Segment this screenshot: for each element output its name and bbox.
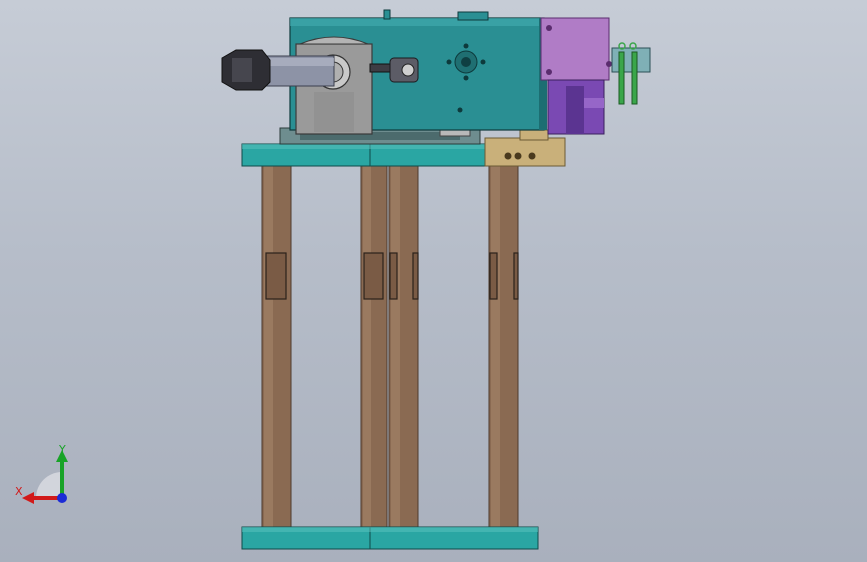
column-window	[265, 252, 287, 300]
column-window	[489, 252, 498, 300]
x-axis-arrow	[22, 492, 34, 504]
bottom-plate[interactable]	[241, 526, 539, 550]
y-axis-label: Y	[58, 443, 66, 456]
column-window	[412, 252, 419, 300]
graphics-viewport[interactable]: Y X	[0, 0, 867, 562]
z-axis-dot	[57, 493, 67, 503]
support-columns[interactable]	[261, 165, 519, 529]
sensor-pins[interactable]	[611, 42, 651, 105]
purple-block[interactable]	[540, 17, 612, 135]
cad-model-view[interactable]	[0, 0, 867, 562]
x-axis-label: X	[15, 485, 23, 498]
orientation-triad: Y X	[15, 443, 68, 504]
triad-arc	[36, 472, 62, 498]
tan-bracket-plate	[484, 137, 566, 167]
column-window	[389, 252, 398, 300]
column-window	[363, 252, 384, 300]
column-window	[513, 252, 519, 300]
